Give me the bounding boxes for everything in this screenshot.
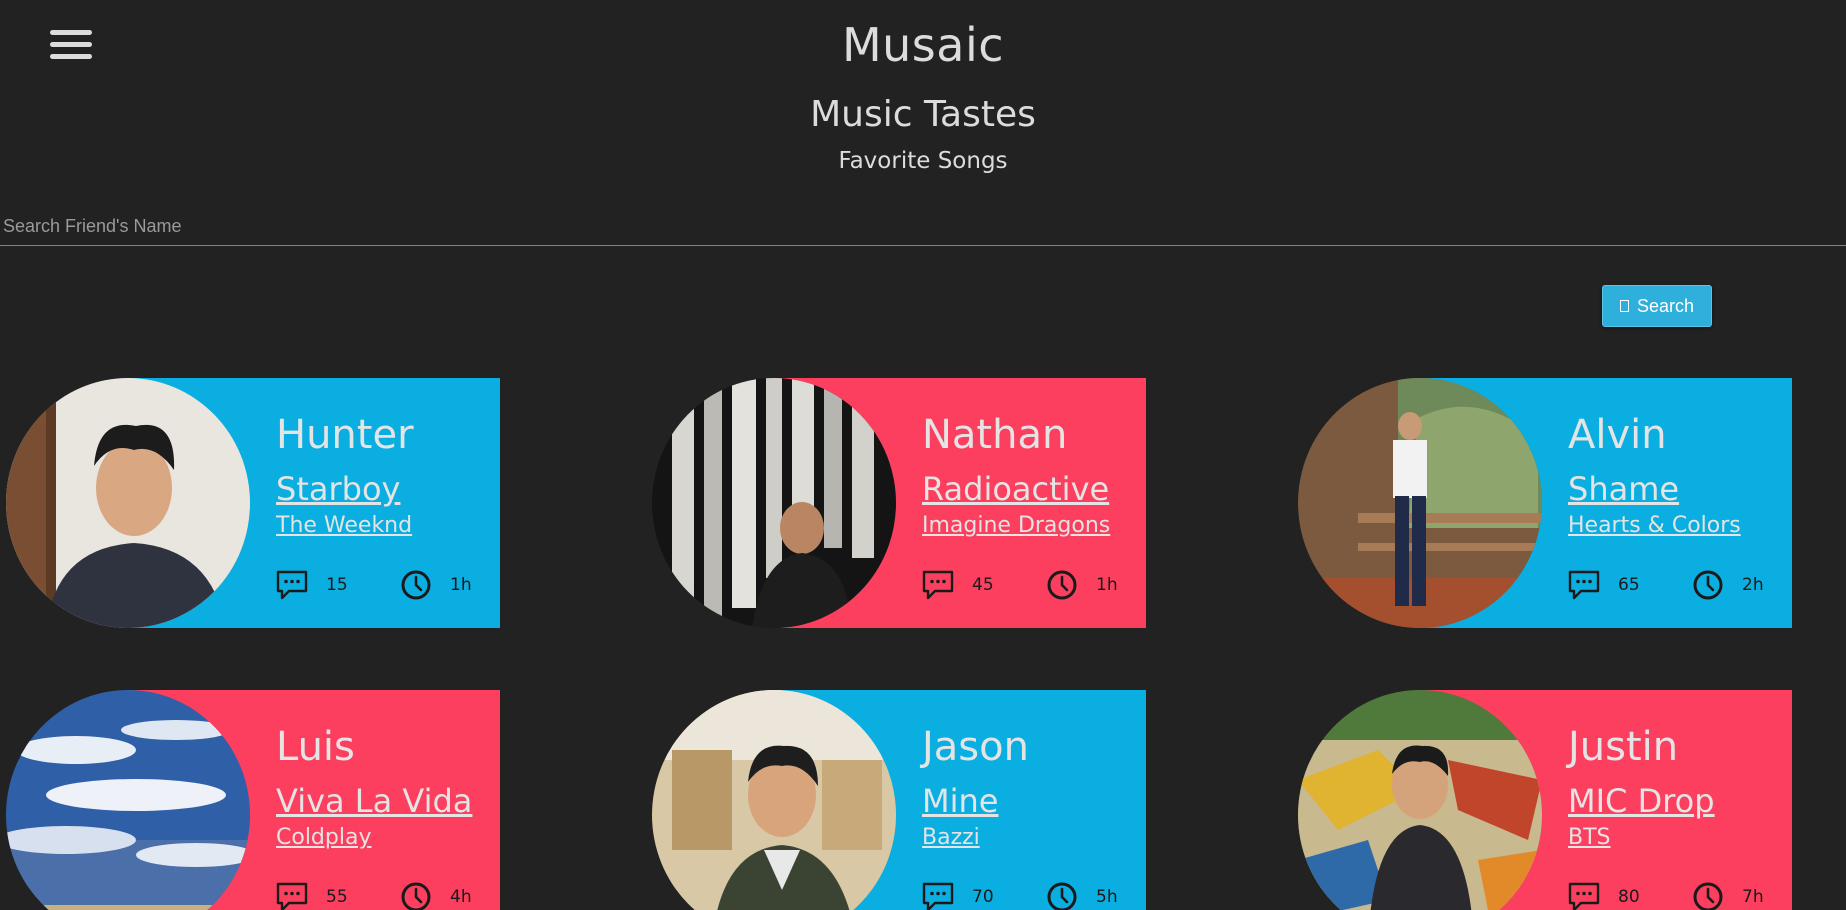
friend-card-jason[interactable]: Jason Mine Bazzi 70 5h <box>646 690 1146 910</box>
avatar <box>6 378 250 628</box>
comment-icon <box>1568 570 1600 600</box>
elapsed-time: 2h <box>1742 575 1764 595</box>
time-meta: 1h <box>400 568 472 602</box>
comment-icon <box>922 882 954 910</box>
avatar <box>652 378 896 628</box>
artist-link[interactable]: Imagine Dragons <box>922 513 1110 538</box>
friend-name: Justin <box>1568 724 1679 770</box>
friend-name: Alvin <box>1568 412 1667 458</box>
artist-link[interactable]: Coldplay <box>276 825 371 850</box>
search-button-label: Search <box>1636 295 1695 316</box>
clock-icon <box>1047 570 1077 600</box>
friend-name: Nathan <box>922 412 1068 458</box>
search-friend-input[interactable] <box>0 208 1846 246</box>
comments-meta[interactable]: 70 <box>922 880 994 910</box>
section-title: Music Tastes <box>810 94 1036 135</box>
clock-icon <box>1047 882 1077 910</box>
clock-icon <box>401 570 431 600</box>
page: Musaic Music Tastes Favorite Songs Searc… <box>0 0 1846 910</box>
elapsed-time: 7h <box>1742 887 1764 907</box>
comment-count: 15 <box>326 575 348 595</box>
comments-meta[interactable]: 15 <box>276 568 348 602</box>
friend-name: Hunter <box>276 412 414 458</box>
artist-link[interactable]: Hearts & Colors <box>1568 513 1741 538</box>
app-title: Musaic <box>841 18 1005 72</box>
avatar <box>1298 378 1542 628</box>
time-meta: 7h <box>1692 880 1764 910</box>
song-link[interactable]: Starboy <box>276 470 400 508</box>
comment-count: 65 <box>1618 575 1640 595</box>
friend-card-alvin[interactable]: Alvin Shame Hearts & Colors 65 2h <box>1292 378 1792 628</box>
comment-count: 70 <box>972 887 994 907</box>
elapsed-time: 1h <box>1096 575 1118 595</box>
friend-name: Luis <box>276 724 355 770</box>
comments-meta[interactable]: 80 <box>1568 880 1640 910</box>
artist-link[interactable]: Bazzi <box>922 825 980 850</box>
artist-link[interactable]: BTS <box>1568 825 1611 850</box>
song-link[interactable]: Viva La Vida <box>276 782 472 820</box>
comment-icon <box>276 570 308 600</box>
search-button[interactable]: Search <box>1602 285 1712 327</box>
friend-card-justin[interactable]: Justin MIC Drop BTS 80 7h <box>1292 690 1792 910</box>
artist-link[interactable]: The Weeknd <box>276 513 412 538</box>
friend-name: Jason <box>922 724 1029 770</box>
song-link[interactable]: Shame <box>1568 470 1679 508</box>
comments-meta[interactable]: 45 <box>922 568 994 602</box>
comment-icon <box>922 570 954 600</box>
comment-count: 80 <box>1618 887 1640 907</box>
comments-meta[interactable]: 55 <box>276 880 348 910</box>
comment-count: 45 <box>972 575 994 595</box>
song-link[interactable]: Mine <box>922 782 998 820</box>
comment-icon <box>1568 882 1600 910</box>
clock-icon <box>1693 882 1723 910</box>
time-meta: 2h <box>1692 568 1764 602</box>
comment-icon <box>276 882 308 910</box>
elapsed-time: 1h <box>450 575 472 595</box>
comments-meta[interactable]: 65 <box>1568 568 1640 602</box>
clock-icon <box>401 882 431 910</box>
time-meta: 5h <box>1046 880 1118 910</box>
elapsed-time: 5h <box>1096 887 1118 907</box>
time-meta: 1h <box>1046 568 1118 602</box>
elapsed-time: 4h <box>450 887 472 907</box>
search-icon <box>1619 300 1629 312</box>
song-link[interactable]: Radioactive <box>922 470 1109 508</box>
song-link[interactable]: MIC Drop <box>1568 782 1715 820</box>
comment-count: 55 <box>326 887 348 907</box>
clock-icon <box>1693 570 1723 600</box>
time-meta: 4h <box>400 880 472 910</box>
friend-card-hunter[interactable]: Hunter Starboy The Weeknd 15 1h <box>0 378 500 628</box>
section-subtitle: Favorite Songs <box>838 148 1008 174</box>
friend-card-luis[interactable]: Luis Viva La Vida Coldplay 55 4h <box>0 690 500 910</box>
friend-card-nathan[interactable]: Nathan Radioactive Imagine Dragons 45 1h <box>646 378 1146 628</box>
